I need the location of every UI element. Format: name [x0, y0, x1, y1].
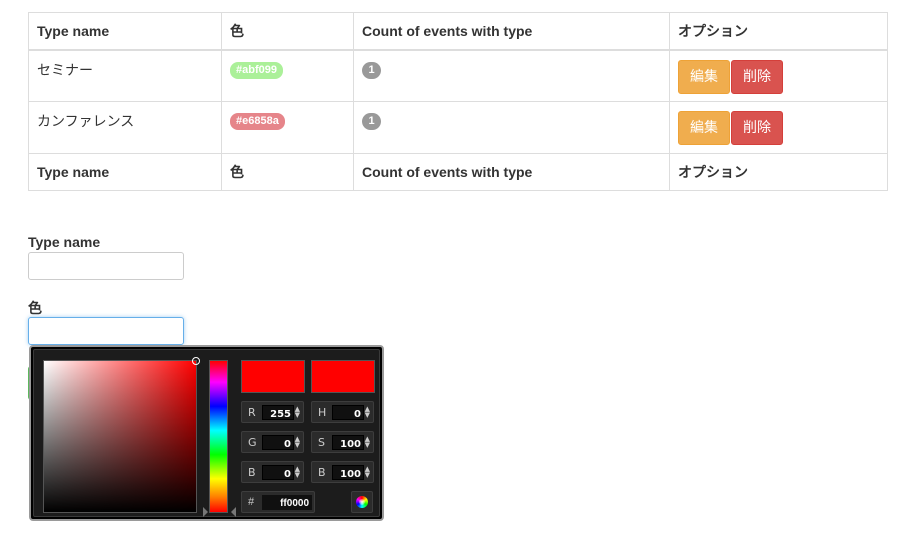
- red-stepper-icon[interactable]: ▲ ▼: [295, 406, 300, 419]
- saturation-stepper-icon[interactable]: ▲ ▼: [365, 436, 370, 449]
- hue-pointer-right-icon[interactable]: [231, 507, 236, 517]
- header-options: オプション: [669, 12, 888, 51]
- red-label: R: [248, 406, 256, 419]
- saturation-input[interactable]: 100: [332, 435, 364, 450]
- count-badge: 1: [362, 113, 381, 130]
- red-input[interactable]: 255: [262, 405, 294, 420]
- footer-options: オプション: [669, 153, 888, 191]
- event-types-table: Type name 色 Count of events with type オプ…: [28, 12, 888, 191]
- type-name-input[interactable]: [28, 252, 184, 280]
- count-cell: 1: [353, 101, 670, 154]
- edit-button[interactable]: 編集: [678, 59, 730, 94]
- color-picker-popup: R 255 ▲ ▼ H 0 ▲ ▼ G 0 ▲ ▼ S 100 ▲ ▼ B 0 ▲ ▼ B…: [29, 345, 384, 521]
- type-name-cell: カンファレンス: [28, 101, 222, 154]
- green-field: G 0 ▲ ▼: [241, 431, 304, 453]
- hue-pointer-left-icon[interactable]: [203, 507, 208, 517]
- green-input[interactable]: 0: [262, 435, 294, 450]
- blue-stepper-icon[interactable]: ▲ ▼: [295, 466, 300, 479]
- saturation-label: S: [318, 436, 325, 449]
- footer-count: Count of events with type: [353, 153, 670, 191]
- footer-color: 色: [221, 153, 354, 191]
- hex-label: #: [248, 496, 255, 508]
- options-cell: 編集 削除: [669, 49, 888, 102]
- saturation-value-handle[interactable]: [192, 357, 200, 365]
- hex-input[interactable]: ff0000: [262, 495, 312, 510]
- green-stepper-icon[interactable]: ▲ ▼: [295, 436, 300, 449]
- color-wheel-icon: [356, 496, 368, 508]
- count-cell: 1: [353, 49, 670, 102]
- color-picker-panel: R 255 ▲ ▼ H 0 ▲ ▼ G 0 ▲ ▼ S 100 ▲ ▼ B 0 ▲ ▼ B…: [33, 349, 380, 517]
- hue-stepper-icon[interactable]: ▲ ▼: [365, 406, 370, 419]
- header-color: 色: [221, 12, 354, 51]
- color-input[interactable]: [28, 317, 184, 345]
- color-label: #e6858a: [230, 113, 285, 130]
- brightness-input[interactable]: 100: [332, 465, 364, 480]
- table-row: カンファレンス #e6858a 1 編集 削除: [28, 101, 888, 154]
- blue-input[interactable]: 0: [262, 465, 294, 480]
- delete-button[interactable]: 削除: [731, 111, 783, 145]
- table-footer-row: Type name 色 Count of events with type オプ…: [28, 153, 888, 191]
- color-field-label: 色: [28, 300, 42, 316]
- red-field: R 255 ▲ ▼: [241, 401, 304, 423]
- type-name-label: Type name: [28, 234, 101, 250]
- count-badge: 1: [362, 61, 381, 79]
- brightness-label: B: [318, 466, 326, 479]
- delete-button[interactable]: 削除: [731, 59, 783, 94]
- hue-field: H 0 ▲ ▼: [311, 401, 374, 423]
- edit-button[interactable]: 編集: [678, 111, 730, 145]
- blue-field: B 0 ▲ ▼: [241, 461, 304, 483]
- green-label: G: [248, 436, 257, 449]
- current-color-swatch[interactable]: [311, 360, 375, 393]
- new-color-swatch: [241, 360, 305, 393]
- saturation-value-area[interactable]: [43, 357, 200, 513]
- blue-label: B: [248, 466, 256, 479]
- options-cell: 編集 削除: [669, 101, 888, 154]
- color-cell: #abf099: [221, 49, 354, 102]
- color-cell: #e6858a: [221, 101, 354, 154]
- saturation-field: S 100 ▲ ▼: [311, 431, 374, 453]
- hue-label: H: [318, 406, 327, 419]
- color-wheel-button[interactable]: [351, 491, 373, 513]
- brightness-field: B 100 ▲ ▼: [311, 461, 374, 483]
- color-label: #abf099: [230, 61, 283, 79]
- header-count: Count of events with type: [353, 12, 670, 51]
- type-name-cell: セミナー: [28, 49, 222, 102]
- hue-input[interactable]: 0: [332, 405, 364, 420]
- table-row: セミナー #abf099 1 編集 削除: [28, 49, 888, 102]
- table-header-row: Type name 色 Count of events with type オプ…: [28, 12, 888, 51]
- footer-type-name: Type name: [28, 153, 222, 191]
- header-type-name: Type name: [28, 12, 222, 51]
- hue-slider[interactable]: [209, 360, 228, 513]
- hex-field: # ff0000: [241, 491, 315, 513]
- brightness-stepper-icon[interactable]: ▲ ▼: [365, 466, 370, 479]
